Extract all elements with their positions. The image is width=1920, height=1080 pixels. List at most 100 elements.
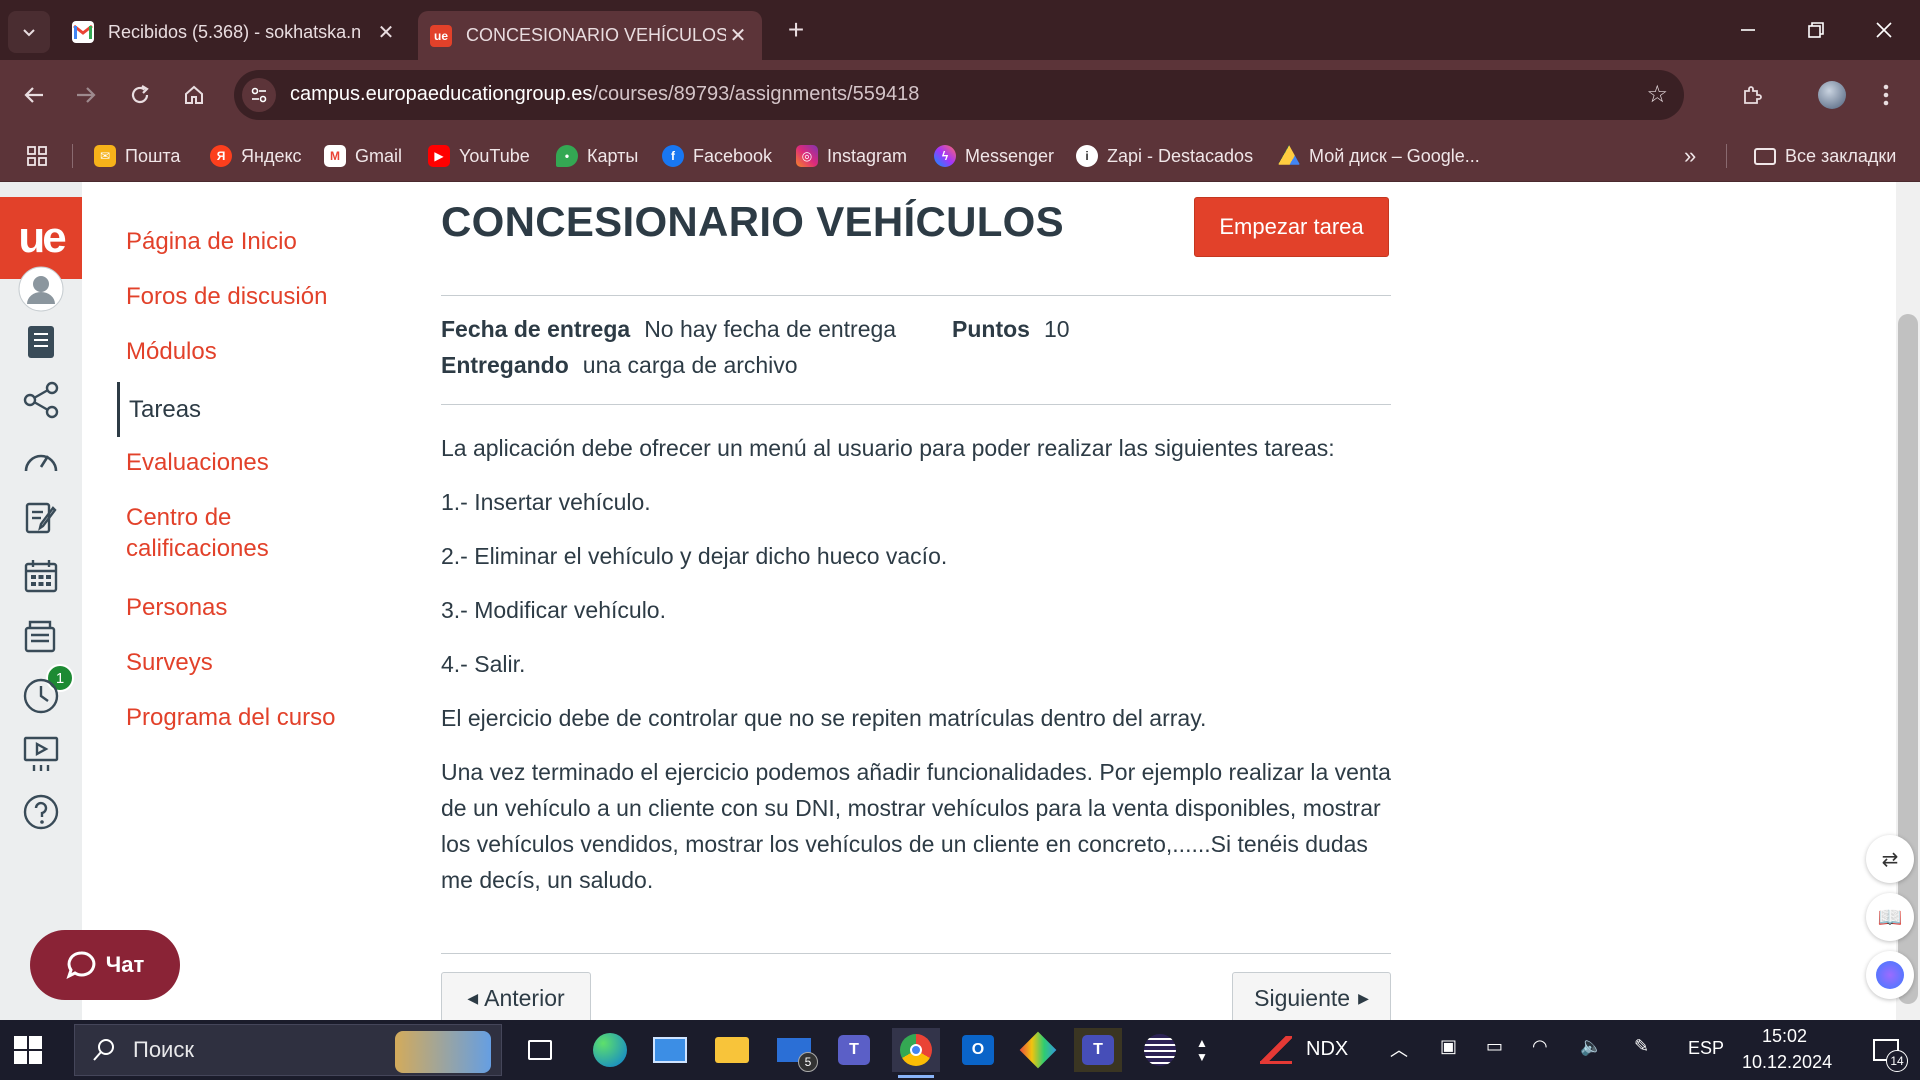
chat-button[interactable]: Чат <box>30 930 180 1000</box>
nav-help[interactable] <box>17 788 65 836</box>
forward-button[interactable] <box>64 73 108 117</box>
minimize-button[interactable] <box>1720 8 1776 52</box>
taskbar-edge[interactable] <box>586 1028 634 1072</box>
taskbar-search[interactable]: Поиск <box>74 1024 502 1076</box>
site-info-icon[interactable] <box>242 78 276 112</box>
url-path: /courses/89793/assignments/559418 <box>592 83 920 105</box>
input-language[interactable]: ESP <box>1688 1038 1724 1059</box>
apps-button[interactable] <box>26 142 48 170</box>
bookmark-google-drive[interactable]: Мой диск – Google... <box>1278 142 1480 170</box>
taskbar-teams-classic[interactable]: T <box>1074 1028 1122 1072</box>
nav-courses[interactable] <box>17 318 65 366</box>
bookmark-yandex[interactable]: Я Яндекс <box>210 142 302 170</box>
chat-label: Чат <box>105 952 145 977</box>
reload-button[interactable] <box>118 73 162 117</box>
monitor-icon <box>653 1037 687 1063</box>
taskbar-mail[interactable]: 5 <box>770 1028 818 1072</box>
tab-gmail[interactable]: Recibidos (5.368) - sokhatska.n ✕ <box>60 11 410 53</box>
nav-calendar[interactable] <box>17 552 65 600</box>
stock-widget[interactable] <box>1252 1028 1300 1072</box>
course-nav-syllabus[interactable]: Programa del curso <box>117 702 417 733</box>
previous-button[interactable]: ◀ Anterior <box>441 972 591 1020</box>
facebook-icon: f <box>662 145 684 167</box>
battery-icon[interactable]: ▭ <box>1486 1036 1503 1057</box>
points-value: 10 <box>1043 316 1070 342</box>
course-nav-modules[interactable]: Módulos <box>117 336 417 367</box>
taskbar-teams[interactable]: T <box>830 1028 878 1072</box>
taskbar-app-diamond[interactable] <box>1014 1028 1062 1072</box>
close-window-button[interactable] <box>1856 8 1912 52</box>
course-nav-quizzes[interactable]: Evaluaciones <box>117 447 417 478</box>
tab-assignment[interactable]: ue CONCESIONARIO VEHÍCULOS ✕ <box>418 11 762 60</box>
next-button[interactable]: Siguiente ▶ <box>1232 972 1391 1020</box>
diamond-icon <box>1019 1031 1057 1069</box>
back-button[interactable] <box>12 73 56 117</box>
page-viewport: ue 1 Página de Inicio Foros de discusión… <box>0 182 1920 1020</box>
restore-button[interactable] <box>1788 8 1844 52</box>
url-text[interactable]: campus.europaeducationgroup.es/courses/8… <box>290 83 919 106</box>
taskbar-overflow[interactable]: ▲ ▼ <box>1190 1028 1214 1072</box>
new-tab-button[interactable]: + <box>778 12 814 48</box>
course-nav-grades[interactable]: Centro de calificaciones <box>117 502 337 564</box>
bookmark-instagram[interactable]: ◎ Instagram <box>796 142 907 170</box>
volume-icon[interactable]: 🔈 <box>1580 1036 1602 1057</box>
taskbar-eclipse[interactable] <box>1136 1028 1184 1072</box>
close-icon[interactable]: ✕ <box>726 23 750 48</box>
taskbar-outlook[interactable]: O <box>954 1028 1002 1072</box>
course-nav-assignments[interactable]: Tareas <box>117 382 417 437</box>
profile-button[interactable] <box>1810 73 1854 117</box>
nav-dashboard[interactable] <box>17 436 65 484</box>
bookmark-zapi[interactable]: i Zapi - Destacados <box>1076 142 1253 170</box>
tray-chevron-up-icon[interactable]: ︿ <box>1390 1036 1408 1062</box>
course-nav-discussions[interactable]: Foros de discusión <box>117 281 417 312</box>
pen-icon[interactable]: ✎ <box>1634 1036 1649 1057</box>
outlook-icon: O <box>962 1035 994 1065</box>
clock-date[interactable]: 10.12.2024 <box>1742 1052 1832 1073</box>
divider <box>441 404 1391 405</box>
nav-studio[interactable] <box>17 730 65 778</box>
translate-button[interactable]: ⇄ <box>1866 835 1914 883</box>
nav-assignments-global[interactable] <box>17 494 65 542</box>
close-icon[interactable]: ✕ <box>374 20 398 45</box>
windows-start-icon[interactable] <box>14 1036 42 1064</box>
course-nav-home[interactable]: Página de Inicio <box>117 226 417 257</box>
nav-inbox[interactable] <box>17 612 65 660</box>
bookmark-star-icon[interactable]: ☆ <box>1646 80 1668 109</box>
taskbar-explorer[interactable] <box>708 1028 756 1072</box>
notifications-button[interactable]: 14 <box>1862 1028 1910 1072</box>
translate-icon: ⇄ <box>1881 848 1899 871</box>
extensions-button[interactable] <box>1730 73 1774 117</box>
taskbar-remote-desktop[interactable] <box>646 1028 694 1072</box>
start-assignment-button[interactable]: Empezar tarea <box>1194 197 1389 257</box>
home-button[interactable] <box>172 73 216 117</box>
bookmark-messenger[interactable]: ϟ Messenger <box>934 142 1054 170</box>
bookmark-maps[interactable]: • Карты <box>556 142 638 170</box>
address-bar[interactable]: campus.europaeducationgroup.es/courses/8… <box>234 70 1684 120</box>
bookmark-youtube[interactable]: ▶ YouTube <box>428 142 530 170</box>
course-nav-surveys[interactable]: Surveys <box>117 647 417 678</box>
bookmark-poshta[interactable]: ✉ Пошта <box>94 142 180 170</box>
nav-groups[interactable] <box>17 376 65 424</box>
nav-account[interactable] <box>17 265 65 313</box>
bookmark-label: Пошта <box>125 145 181 166</box>
task-view-button[interactable] <box>516 1028 564 1072</box>
ai-assistant-button[interactable] <box>1866 951 1914 999</box>
reader-button[interactable]: 📖 <box>1866 893 1914 941</box>
nav-history[interactable] <box>17 672 65 720</box>
course-nav-people[interactable]: Personas <box>117 592 417 623</box>
description-paragraph: 4.- Salir. <box>441 651 526 677</box>
bookmark-gmail[interactable]: M Gmail <box>324 142 402 170</box>
tab-search-dropdown[interactable] <box>8 11 50 53</box>
all-bookmarks-button[interactable]: Все закладки <box>1754 142 1896 170</box>
menu-button[interactable] <box>1864 73 1908 117</box>
meet-icon[interactable]: ▣ <box>1440 1036 1457 1057</box>
avatar <box>1818 81 1846 109</box>
calendar-icon <box>24 560 58 593</box>
kebab-menu-icon <box>1883 84 1889 106</box>
puzzle-icon <box>1744 86 1762 104</box>
taskbar-chrome[interactable] <box>892 1028 940 1078</box>
clock-time[interactable]: 15:02 <box>1762 1026 1807 1047</box>
bookmark-facebook[interactable]: f Facebook <box>662 142 772 170</box>
wifi-icon[interactable]: ◠ <box>1532 1036 1548 1057</box>
more-bookmarks-button[interactable]: » <box>1684 142 1696 170</box>
